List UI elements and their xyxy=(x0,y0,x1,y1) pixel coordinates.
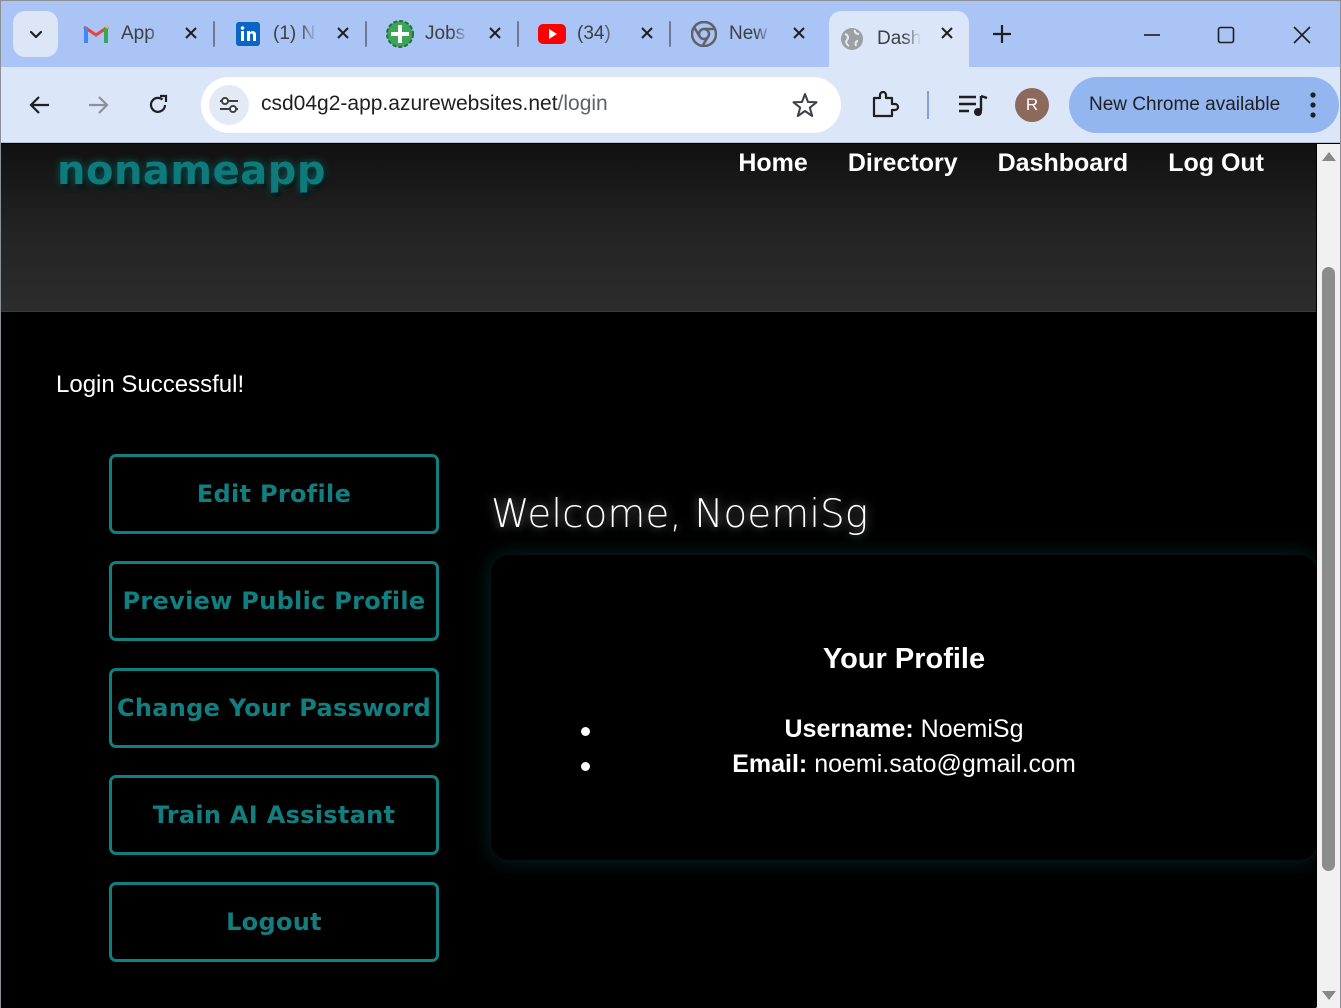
tab-separator xyxy=(517,21,519,47)
username-row: Username: NoemiSg xyxy=(581,715,1227,744)
url-domain: csd04g2-app.azurewebsites.net xyxy=(261,92,558,115)
minimize-button[interactable] xyxy=(1132,15,1172,55)
site-info-button[interactable] xyxy=(209,85,249,125)
email-label: Email: xyxy=(732,750,808,778)
change-password-button[interactable]: Change Your Password xyxy=(109,668,439,748)
update-label: New Chrome available xyxy=(1089,94,1281,115)
page-scrollbar[interactable] xyxy=(1317,144,1340,1008)
login-success-message: Login Successful! xyxy=(56,371,245,398)
close-icon[interactable] xyxy=(935,21,959,45)
close-icon[interactable] xyxy=(179,21,203,45)
reload-icon xyxy=(149,94,168,113)
back-button[interactable] xyxy=(21,86,59,124)
maximize-button[interactable] xyxy=(1206,15,1246,55)
tab-title: New xyxy=(729,23,768,44)
tab-dashboard[interactable]: Dash xyxy=(829,11,969,67)
tab-title: Dash xyxy=(877,28,921,49)
url-path: /login xyxy=(557,92,608,115)
edit-profile-button[interactable]: Edit Profile xyxy=(109,454,439,534)
tab-linkedin[interactable]: (1) N xyxy=(225,11,365,57)
close-icon[interactable] xyxy=(331,21,355,45)
logout-button[interactable]: Logout xyxy=(109,882,439,962)
address-bar[interactable]: csd04g2-app.azurewebsites.net/login xyxy=(201,77,841,133)
chrome-update-button[interactable]: New Chrome available xyxy=(1069,77,1339,133)
bookmark-star-icon[interactable] xyxy=(791,91,819,119)
youtube-icon xyxy=(537,19,567,49)
tab-title: App xyxy=(121,23,155,44)
forward-button[interactable] xyxy=(79,86,117,124)
bullet-icon xyxy=(581,727,590,736)
tab-separator xyxy=(213,21,215,47)
browser-window: App (1) N Jobs (34) New Dash csd04g2-app… xyxy=(0,0,1341,1008)
tab-title: (1) N xyxy=(273,23,316,44)
nav-logout-link[interactable]: Log Out xyxy=(1168,149,1264,178)
media-playlist-icon[interactable] xyxy=(956,89,990,121)
close-icon[interactable] xyxy=(483,21,507,45)
plus-icon xyxy=(993,25,1011,43)
globe-icon xyxy=(837,24,867,54)
scroll-up-arrow-icon[interactable] xyxy=(1322,152,1336,161)
maximize-icon xyxy=(1217,26,1235,44)
close-icon[interactable] xyxy=(635,21,659,45)
tab-separator xyxy=(365,21,367,47)
tab-separator xyxy=(669,21,671,47)
gmail-icon xyxy=(81,19,111,49)
browser-toolbar: csd04g2-app.azurewebsites.net/login R Ne… xyxy=(1,67,1340,143)
linkedin-icon xyxy=(233,19,263,49)
profile-card-title: Your Profile xyxy=(822,643,986,675)
close-icon[interactable] xyxy=(787,21,811,45)
new-tab-button[interactable] xyxy=(986,18,1018,50)
more-vert-icon[interactable] xyxy=(1309,91,1317,119)
jobs-icon xyxy=(385,19,415,49)
nav-home-link[interactable]: Home xyxy=(738,149,807,178)
extensions-puzzle-icon[interactable] xyxy=(869,89,901,121)
tab-title: (34) xyxy=(577,23,611,44)
url-text[interactable]: csd04g2-app.azurewebsites.net/login xyxy=(261,92,608,116)
site-logo[interactable]: nonameapp xyxy=(57,148,326,194)
train-ai-assistant-button[interactable]: Train AI Assistant xyxy=(109,775,439,855)
tab-gmail[interactable]: App xyxy=(73,11,213,57)
scroll-thumb[interactable] xyxy=(1322,267,1335,871)
profile-avatar[interactable]: R xyxy=(1015,88,1049,122)
reload-button[interactable] xyxy=(139,86,177,124)
toolbar-divider xyxy=(927,91,929,119)
email-value: noemi.sato@gmail.com xyxy=(814,750,1076,778)
chrome-icon xyxy=(689,19,719,49)
page-viewport: nonameapp Home Directory Dashboard Log O… xyxy=(1,144,1316,1008)
welcome-heading: Welcome, NoemiSg xyxy=(491,492,869,537)
tab-search-button[interactable] xyxy=(13,11,58,57)
arrow-left-icon xyxy=(29,96,49,114)
nav-directory-link[interactable]: Directory xyxy=(848,149,958,178)
arrow-right-icon xyxy=(89,96,109,114)
tab-youtube[interactable]: (34) xyxy=(529,11,669,57)
profile-card: Your Profile Username: NoemiSg Email: no… xyxy=(491,555,1316,860)
tune-icon xyxy=(220,97,238,113)
chevron-down-icon xyxy=(29,30,42,39)
nav-dashboard-link[interactable]: Dashboard xyxy=(998,149,1129,178)
bullet-icon xyxy=(581,762,590,771)
minimize-icon xyxy=(1144,34,1160,36)
preview-public-profile-button[interactable]: Preview Public Profile xyxy=(109,561,439,641)
email-row: Email: noemi.sato@gmail.com xyxy=(581,750,1227,779)
tab-title: Jobs xyxy=(425,23,466,44)
close-icon xyxy=(1293,26,1311,44)
scroll-down-arrow-icon[interactable] xyxy=(1322,991,1336,1000)
tab-jobs[interactable]: Jobs xyxy=(377,11,517,57)
site-header: nonameapp Home Directory Dashboard Log O… xyxy=(1,144,1316,312)
close-window-button[interactable] xyxy=(1282,15,1322,55)
username-value: NoemiSg xyxy=(920,715,1024,743)
tab-new-tab[interactable]: New xyxy=(681,11,821,57)
tab-strip: App (1) N Jobs (34) New Dash xyxy=(1,1,1340,67)
username-label: Username: xyxy=(784,715,914,743)
main-nav: Home Directory Dashboard Log Out xyxy=(738,149,1264,178)
